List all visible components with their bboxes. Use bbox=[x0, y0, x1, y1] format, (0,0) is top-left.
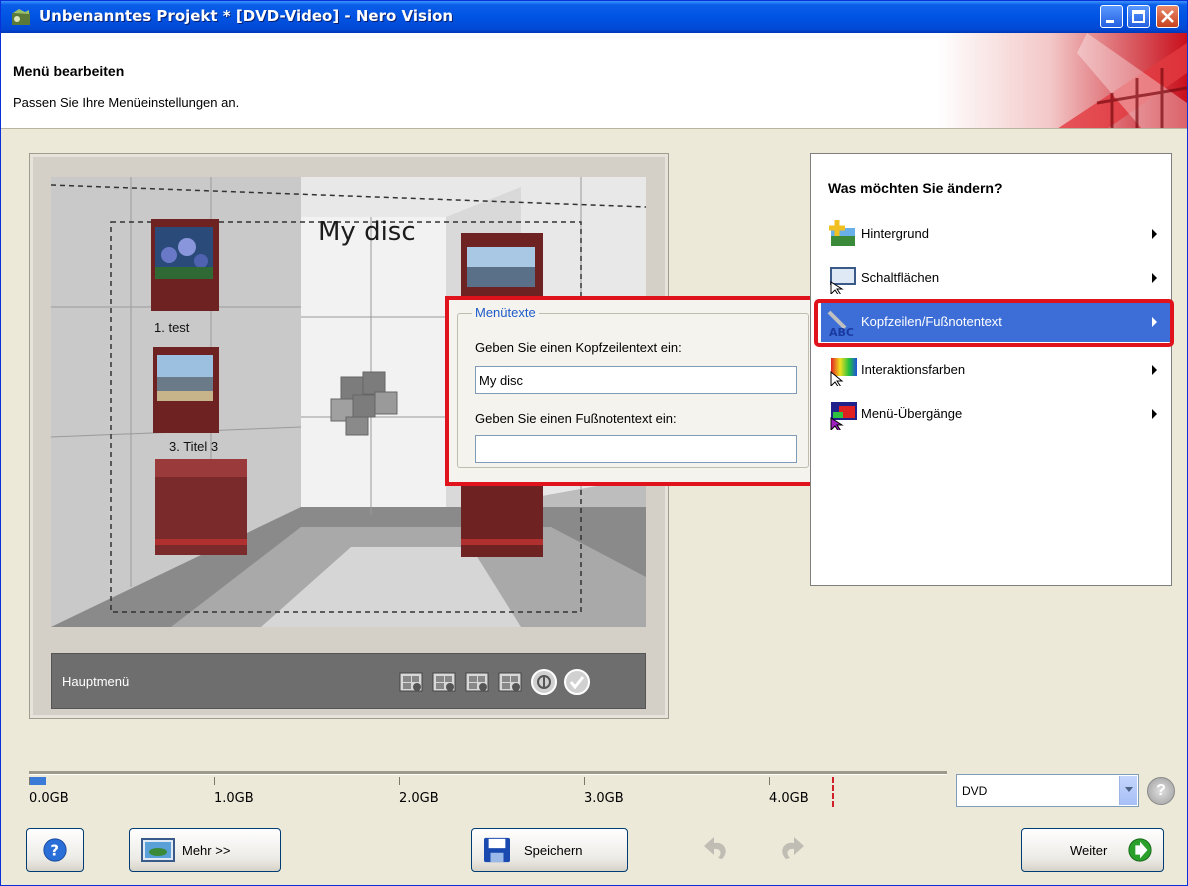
header-text-label: Geben Sie einen Kopfzeilentext ein: bbox=[475, 340, 682, 355]
next-button-label: Weiter bbox=[1070, 843, 1108, 858]
capacity-label: 4.0GB bbox=[769, 791, 809, 806]
confirm-check-icon[interactable] bbox=[563, 668, 591, 696]
page-subtitle: Passen Sie Ihre Menüeinstellungen an. bbox=[13, 95, 240, 110]
disc-capacity-bar: 0.0GB 1.0GB 2.0GB 3.0GB 4.0GB bbox=[29, 771, 947, 813]
menu-name-label: Hauptmenü bbox=[62, 674, 130, 689]
close-icon bbox=[1161, 10, 1174, 23]
menu-navigation-bar: Hauptmenü bbox=[51, 653, 646, 709]
undo-icon[interactable] bbox=[698, 831, 734, 869]
footer-text-label: Geben Sie einen Fußnotentext ein: bbox=[475, 411, 677, 426]
submenu-arrow-icon bbox=[1152, 273, 1157, 283]
option-buttons-label: Schaltflächen bbox=[861, 270, 940, 285]
capacity-label: 0.0GB bbox=[29, 791, 69, 806]
footer-text-input[interactable] bbox=[475, 435, 797, 463]
buttons-icon bbox=[830, 267, 856, 294]
highlight-frame bbox=[814, 299, 1174, 347]
submenu-arrow-icon bbox=[1152, 409, 1157, 419]
disc-type-select[interactable]: DVD bbox=[956, 774, 1139, 807]
menu-text-group: Menütexte Geben Sie einen Kopfzeilentext… bbox=[457, 305, 809, 468]
window-title: Unbenanntes Projekt * [DVD-Video] - Nero… bbox=[39, 7, 454, 25]
tile-1-label[interactable]: 1. test bbox=[154, 320, 189, 335]
maximize-icon bbox=[1132, 10, 1145, 23]
save-button-label: Speichern bbox=[524, 843, 583, 858]
page-header: Menü bearbeiten Passen Sie Ihre Menüeins… bbox=[1, 33, 1187, 129]
capacity-label: 2.0GB bbox=[399, 791, 439, 806]
more-button-label: Mehr >> bbox=[182, 843, 231, 858]
menu-text-legend: Menütexte bbox=[472, 305, 539, 320]
transition-icon bbox=[830, 402, 857, 430]
page-title: Menü bearbeiten bbox=[13, 63, 125, 79]
last-page-icon[interactable] bbox=[496, 668, 524, 696]
nero-vision-app-icon bbox=[12, 9, 30, 25]
more-button[interactable]: Mehr >> bbox=[129, 828, 281, 872]
header-decoration-image bbox=[937, 33, 1187, 128]
option-interaction-colors-label: Interaktionsfarben bbox=[861, 362, 966, 377]
menu-text-dialog: Menütexte Geben Sie einen Kopfzeilentext… bbox=[445, 296, 822, 486]
main-window: Unbenanntes Projekt * [DVD-Video] - Nero… bbox=[0, 0, 1188, 886]
submenu-arrow-icon bbox=[1152, 365, 1157, 375]
submenu-arrow-icon bbox=[1152, 229, 1157, 239]
capacity-used-fill bbox=[29, 777, 46, 785]
tile-empty-placeholder[interactable] bbox=[155, 459, 247, 555]
option-buttons[interactable]: Schaltflächen bbox=[821, 258, 1171, 298]
option-menu-transitions[interactable]: Menü-Übergänge bbox=[821, 394, 1171, 434]
next-arrow-icon bbox=[1128, 838, 1152, 862]
tile-3-label[interactable]: 3. Titel 3 bbox=[169, 439, 218, 454]
next-button[interactable]: Weiter bbox=[1021, 828, 1164, 872]
redo-icon[interactable] bbox=[774, 831, 810, 869]
color-pointer-icon bbox=[830, 358, 857, 386]
option-background[interactable]: Hintergrund bbox=[821, 214, 1171, 254]
capacity-tick bbox=[399, 777, 400, 785]
options-heading: Was möchten Sie ändern? bbox=[828, 180, 1003, 196]
first-page-icon[interactable] bbox=[397, 668, 425, 696]
edit-options-panel: Was möchten Sie ändern? Hintergrund Scha… bbox=[810, 153, 1172, 586]
help-button[interactable]: ? bbox=[26, 828, 84, 872]
svg-text:?: ? bbox=[50, 842, 59, 860]
option-background-label: Hintergrund bbox=[861, 226, 929, 241]
chevron-down-icon bbox=[1125, 787, 1133, 792]
tile-1-thumbnail[interactable] bbox=[151, 219, 219, 311]
menu-title-text[interactable]: My disc bbox=[318, 217, 416, 247]
disc-type-value: DVD bbox=[962, 784, 988, 798]
help-icon: ? bbox=[43, 838, 67, 862]
tile-3-thumbnail[interactable] bbox=[153, 347, 219, 433]
capacity-tick bbox=[29, 777, 30, 785]
save-button[interactable]: Speichern bbox=[471, 828, 628, 872]
tile-2-thumbnail[interactable] bbox=[461, 233, 543, 297]
capacity-tick bbox=[584, 777, 585, 785]
background-icon bbox=[829, 220, 855, 246]
tile-4-thumbnail[interactable] bbox=[461, 477, 543, 557]
minimize-button[interactable] bbox=[1100, 5, 1123, 28]
capacity-track bbox=[29, 771, 947, 775]
more-options-icon bbox=[141, 838, 175, 862]
maximize-button[interactable] bbox=[1127, 5, 1150, 28]
option-interaction-colors[interactable]: Interaktionsfarben bbox=[821, 350, 1171, 390]
capacity-help-icon[interactable]: ? bbox=[1147, 777, 1175, 805]
capacity-limit-marker bbox=[832, 777, 834, 807]
option-menu-transitions-label: Menü-Übergänge bbox=[861, 406, 963, 421]
close-button[interactable] bbox=[1156, 5, 1179, 28]
save-disk-icon bbox=[484, 837, 510, 863]
dropdown-button[interactable] bbox=[1119, 776, 1137, 805]
capacity-tick bbox=[214, 777, 215, 785]
capacity-tick bbox=[769, 777, 770, 785]
menu-up-icon[interactable] bbox=[530, 668, 558, 696]
capacity-label: 1.0GB bbox=[214, 791, 254, 806]
minimize-icon bbox=[1106, 20, 1114, 23]
next-page-icon[interactable] bbox=[463, 668, 491, 696]
header-text-input[interactable] bbox=[475, 366, 797, 394]
title-bar[interactable]: Unbenanntes Projekt * [DVD-Video] - Nero… bbox=[1, 1, 1187, 33]
capacity-label: 3.0GB bbox=[584, 791, 624, 806]
previous-page-icon[interactable] bbox=[430, 668, 458, 696]
